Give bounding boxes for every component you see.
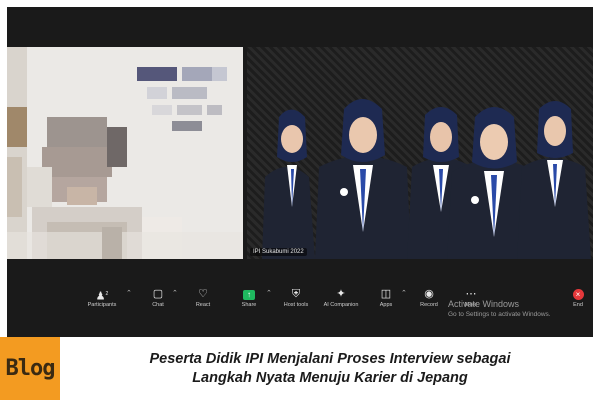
blog-badge: Blog	[0, 337, 60, 400]
participants-caret-icon[interactable]: ⌃	[126, 289, 132, 297]
watermark-subtitle: Go to Settings to activate Windows.	[448, 311, 551, 318]
host-tools-button[interactable]: ⛨ Host tools	[276, 287, 316, 315]
participants-label: Participants	[87, 302, 117, 308]
shield-icon: ⛨	[291, 288, 301, 300]
share-caret-icon[interactable]: ⌃	[266, 289, 272, 297]
video-gallery: IPI Sukabumi 2022	[7, 47, 593, 259]
watermark-title: Activate Windows	[448, 299, 520, 309]
sparkle-icon: ✦	[336, 288, 346, 300]
chat-caret-icon[interactable]: ⌃	[172, 289, 178, 297]
record-button[interactable]: ◉ Record	[409, 287, 449, 315]
pixelated-video-feed	[7, 47, 243, 259]
share-button[interactable]: ↑ Share	[229, 287, 269, 315]
participants-button[interactable]: ♟2 Participants	[82, 287, 122, 315]
participants-icon: ♟2	[95, 290, 109, 303]
record-label: Record	[420, 302, 438, 308]
student-1	[262, 109, 315, 259]
end-label: End	[573, 302, 583, 308]
record-icon: ◉	[424, 288, 434, 300]
tile-name-label: IPI Sukabumi 2022	[250, 248, 307, 256]
apps-caret-icon[interactable]: ⌃	[401, 289, 407, 297]
participants-count-badge: 2	[105, 291, 109, 297]
apps-button[interactable]: ◫ Apps	[366, 287, 406, 315]
share-icon: ↑	[243, 290, 255, 300]
headline: Peserta Didik IPI Menjalani Proses Inter…	[60, 337, 600, 400]
chat-label: Chat	[152, 302, 164, 308]
students-video-feed	[262, 99, 591, 259]
share-label: Share	[241, 302, 257, 308]
apps-label: Apps	[379, 302, 393, 308]
apps-icon: ◫	[380, 288, 392, 300]
react-label: React	[195, 302, 211, 308]
end-button[interactable]: × End	[558, 287, 593, 315]
ai-companion-label: AI Companion	[323, 302, 359, 308]
article-banner: Blog Peserta Didik IPI Menjalani Proses …	[0, 337, 600, 400]
heart-icon: ♡	[198, 288, 208, 300]
activate-windows-watermark: Activate Windows Go to Settings to activ…	[448, 299, 551, 318]
video-tile-interviewer[interactable]	[7, 47, 243, 259]
close-icon: ×	[572, 289, 584, 300]
video-tile-students[interactable]: IPI Sukabumi 2022	[247, 47, 593, 259]
student-2	[315, 99, 411, 259]
blog-badge-text: Blog	[5, 356, 56, 381]
end-icon-wrap: ×	[558, 287, 593, 301]
headline-line-1: Peserta Didik IPI Menjalani Proses Inter…	[149, 350, 511, 367]
page-frame: IPI Sukabumi 2022 ♟2 Participants ⌃ ▢ Ch…	[0, 0, 600, 400]
react-button[interactable]: ♡ React	[183, 287, 223, 315]
ai-companion-button[interactable]: ✦ AI Companion	[321, 287, 361, 315]
share-icon-wrap: ↑	[229, 287, 269, 301]
headline-line-2: Langkah Nyata Menuju Karier di Jepang	[192, 369, 468, 386]
host-tools-label: Host tools	[283, 302, 309, 308]
zoom-meeting-window: IPI Sukabumi 2022 ♟2 Participants ⌃ ▢ Ch…	[7, 7, 593, 337]
student-5	[517, 101, 591, 259]
